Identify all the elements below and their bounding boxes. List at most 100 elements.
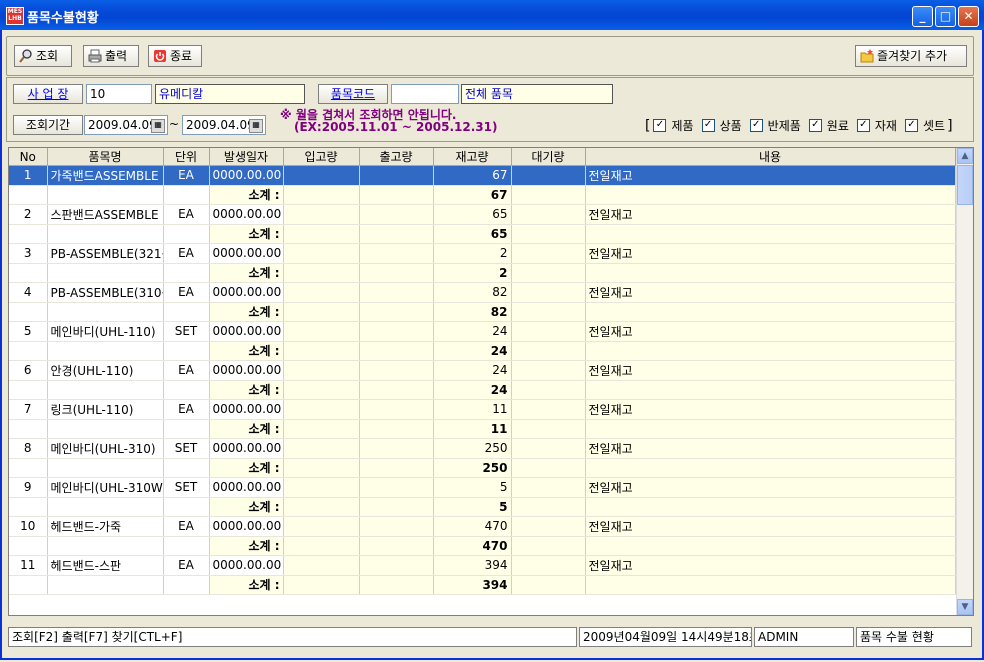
cell-out[interactable]: [359, 555, 434, 576]
close-button[interactable]: ✕: [958, 6, 979, 27]
cell-wait[interactable]: [511, 165, 586, 186]
cell-wait[interactable]: [511, 399, 586, 420]
cell-date[interactable]: 0000.00.00: [209, 243, 284, 264]
checkbox-goods[interactable]: ✓ 상품: [701, 117, 742, 134]
cell-name[interactable]: 헤드밴드-가죽: [47, 516, 164, 537]
cell-in[interactable]: [283, 516, 360, 537]
cell-note[interactable]: 전일재고: [585, 165, 956, 186]
cell-stock[interactable]: 470: [433, 516, 512, 537]
check-icon[interactable]: ✓: [653, 119, 667, 132]
cell-stock[interactable]: 82: [433, 282, 512, 303]
checkbox-semi-product[interactable]: ✓ 반제품: [749, 117, 801, 134]
table-row[interactable]: 11 헤드밴드-스판 EA 0000.00.00 394 전일재고: [9, 555, 956, 576]
check-icon[interactable]: ✓: [701, 119, 715, 132]
cell-name[interactable]: 스판밴드ASSEMBLE: [47, 204, 164, 225]
cell-wait[interactable]: [511, 321, 586, 342]
item-code-lookup-button[interactable]: 품목코드: [318, 84, 388, 104]
cell-stock[interactable]: 11: [433, 399, 512, 420]
print-button[interactable]: 출력: [83, 45, 139, 67]
cell-out[interactable]: [359, 516, 434, 537]
cell-name[interactable]: 안경(UHL-110): [47, 360, 164, 381]
date-to-input[interactable]: 2009.04.09 ▦: [182, 115, 266, 135]
column-header[interactable]: 내용: [585, 148, 956, 166]
stock-grid[interactable]: No 품목명 단위 발생일자 입고량 출고량 재고량 대기량 내용 1 가죽밴드A…: [8, 147, 974, 616]
cell-date[interactable]: 0000.00.00: [209, 399, 284, 420]
cell-in[interactable]: [283, 477, 360, 498]
scroll-thumb[interactable]: [957, 165, 973, 205]
cell-stock[interactable]: 65: [433, 204, 512, 225]
calendar-icon[interactable]: ▦: [249, 119, 263, 133]
cell-no[interactable]: 8: [9, 438, 48, 459]
cell-name[interactable]: 메인바디(UHL-310W): [47, 477, 164, 498]
cell-note[interactable]: 전일재고: [585, 282, 956, 303]
cell-stock[interactable]: 24: [433, 360, 512, 381]
minimize-button[interactable]: _: [912, 6, 933, 27]
table-row[interactable]: 4PB-ASSEMBLE(310용)EA0000.00.00 82 전일재고: [9, 282, 956, 303]
cell-date[interactable]: 0000.00.00: [209, 204, 284, 225]
cell-note[interactable]: 전일재고: [585, 555, 956, 576]
checkbox-set[interactable]: ✓ 셋트: [904, 117, 945, 134]
cell-date[interactable]: 0000.00.00: [209, 555, 284, 576]
cell-date[interactable]: 0000.00.00: [209, 516, 284, 537]
cell-name[interactable]: 헤드밴드-스판: [47, 555, 164, 576]
cell-no[interactable]: 2: [9, 204, 48, 225]
cell-wait[interactable]: [511, 477, 586, 498]
cell-in[interactable]: [283, 399, 360, 420]
cell-unit[interactable]: EA: [163, 399, 210, 420]
cell-name[interactable]: PB-ASSEMBLE(310용): [47, 282, 164, 303]
cell-unit[interactable]: EA: [163, 204, 210, 225]
cell-in[interactable]: [283, 555, 360, 576]
table-row[interactable]: 10 헤드밴드-가죽 EA 0000.00.00 470 전일재고: [9, 516, 956, 537]
maximize-button[interactable]: □: [935, 6, 956, 27]
table-row[interactable]: 1 가죽밴드ASSEMBLE EA 0000.00.00 67 전일재고: [9, 165, 956, 186]
cell-unit[interactable]: EA: [163, 165, 210, 186]
column-header[interactable]: 단위: [163, 148, 210, 166]
calendar-icon[interactable]: ▦: [151, 119, 165, 133]
table-row[interactable]: 5 메인바디(UHL-110) SET 0000.00.00 24 전일재고: [9, 321, 956, 342]
cell-stock[interactable]: 2: [433, 243, 512, 264]
cell-unit[interactable]: SET: [163, 438, 210, 459]
cell-no[interactable]: 1: [9, 165, 48, 186]
cell-no[interactable]: 4: [9, 282, 48, 303]
cell-name[interactable]: 가죽밴드ASSEMBLE: [47, 165, 164, 186]
cell-no[interactable]: 3: [9, 243, 48, 264]
cell-date[interactable]: 0000.00.00: [209, 165, 284, 186]
cell-note[interactable]: 전일재고: [585, 204, 956, 225]
column-header[interactable]: 대기량: [511, 148, 586, 166]
cell-no[interactable]: 9: [9, 477, 48, 498]
cell-unit[interactable]: SET: [163, 477, 210, 498]
table-row[interactable]: 6 안경(UHL-110) EA 0000.00.00 24 전일재고: [9, 360, 956, 381]
cell-wait[interactable]: [511, 555, 586, 576]
cell-wait[interactable]: [511, 243, 586, 264]
checkbox-material[interactable]: ✓ 자재: [856, 117, 897, 134]
checkbox-raw-material[interactable]: ✓ 원료: [808, 117, 849, 134]
check-icon[interactable]: ✓: [749, 119, 763, 132]
cell-no[interactable]: 11: [9, 555, 48, 576]
checkbox-product[interactable]: ✓ 제품: [653, 117, 694, 134]
title-bar[interactable]: MES LHB 품목수불현황 _ □ ✕: [0, 0, 984, 30]
cell-no[interactable]: 7: [9, 399, 48, 420]
cell-date[interactable]: 0000.00.00: [209, 438, 284, 459]
table-row[interactable]: 7 링크(UHL-110) EA 0000.00.00 11 전일재고: [9, 399, 956, 420]
column-header[interactable]: 출고량: [359, 148, 434, 166]
cell-stock[interactable]: 394: [433, 555, 512, 576]
cell-note[interactable]: 전일재고: [585, 243, 956, 264]
cell-out[interactable]: [359, 360, 434, 381]
table-row[interactable]: 3PB-ASSEMBLE(321용)EA0000.00.00 2 전일재고: [9, 243, 956, 264]
cell-stock[interactable]: 67: [433, 165, 512, 186]
table-row[interactable]: 9 메인바디(UHL-310W) SET 0000.00.00 5 전일재고: [9, 477, 956, 498]
cell-unit[interactable]: EA: [163, 360, 210, 381]
cell-in[interactable]: [283, 165, 360, 186]
cell-note[interactable]: 전일재고: [585, 399, 956, 420]
cell-no[interactable]: 5: [9, 321, 48, 342]
cell-unit[interactable]: EA: [163, 282, 210, 303]
cell-in[interactable]: [283, 204, 360, 225]
check-icon[interactable]: ✓: [904, 119, 918, 132]
business-site-lookup-button[interactable]: 사 업 장: [13, 84, 83, 104]
cell-in[interactable]: [283, 438, 360, 459]
cell-note[interactable]: 전일재고: [585, 360, 956, 381]
cell-unit[interactable]: EA: [163, 555, 210, 576]
search-button[interactable]: 조회: [14, 45, 72, 67]
column-header[interactable]: 재고량: [433, 148, 512, 166]
cell-in[interactable]: [283, 360, 360, 381]
